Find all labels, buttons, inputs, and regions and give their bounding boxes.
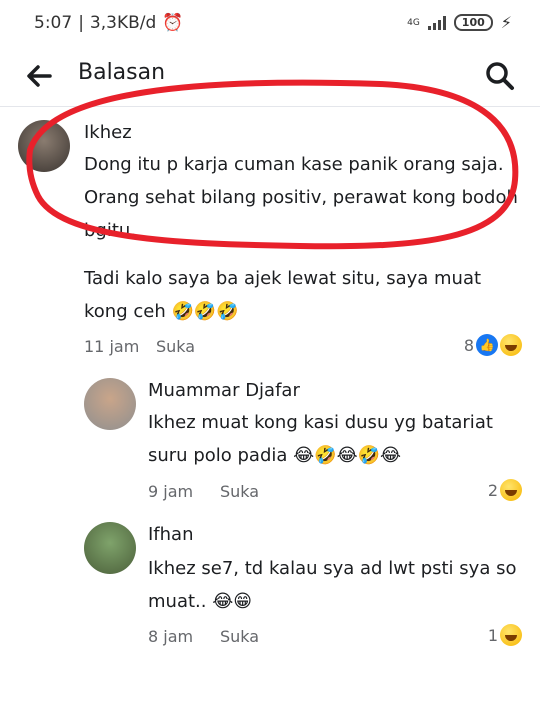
like-reaction-icon: 👍 bbox=[476, 334, 498, 356]
haha-reaction-icon bbox=[500, 624, 522, 646]
comment-text: Tadi kalo saya ba ajek lewat situ, saya … bbox=[84, 268, 482, 322]
avatar-ikhez[interactable] bbox=[18, 120, 70, 172]
status-left: 5:07 | 3,3KB/d ⏰ bbox=[34, 13, 184, 33]
status-network-speed: 3,3KB/d bbox=[89, 13, 157, 33]
battery-indicator: 100 bbox=[453, 14, 493, 31]
signal-icon bbox=[427, 15, 446, 30]
like-button[interactable]: Suka bbox=[156, 337, 195, 356]
reaction-count: 2 bbox=[487, 480, 498, 500]
comment-time: 9 jam bbox=[148, 482, 194, 501]
comment-author[interactable]: Ifhan bbox=[148, 524, 194, 545]
comment-author[interactable]: Muammar Djafar bbox=[148, 380, 300, 401]
charging-icon: ⚡ bbox=[500, 13, 512, 32]
header-divider bbox=[0, 106, 540, 107]
reaction-count: 8 bbox=[463, 335, 474, 355]
back-arrow-icon[interactable] bbox=[20, 56, 60, 96]
reaction-summary[interactable]: 8 👍 bbox=[464, 334, 522, 356]
avatar-muammar-djafar[interactable] bbox=[84, 378, 136, 430]
haha-reaction-icon bbox=[500, 479, 522, 501]
status-right: 4G 100 ⚡ bbox=[407, 13, 512, 32]
network-gen-label: 4G bbox=[407, 17, 420, 28]
comment-author[interactable]: Ikhez bbox=[84, 122, 132, 143]
comment-time: 8 jam bbox=[148, 627, 194, 646]
search-icon[interactable] bbox=[480, 56, 520, 96]
comment-time: 11 jam bbox=[84, 337, 140, 356]
like-button[interactable]: Suka bbox=[220, 482, 259, 501]
like-button[interactable]: Suka bbox=[220, 627, 259, 646]
comment-text: Dong itu p karja cuman kase panik orang … bbox=[84, 154, 518, 241]
app-header: Balasan bbox=[0, 46, 540, 104]
comment-text: Ikhez muat kong kasi dusu yg batariat su… bbox=[148, 412, 493, 466]
reaction-summary[interactable]: 2 bbox=[488, 479, 522, 501]
avatar-ifhan[interactable] bbox=[84, 522, 136, 574]
reaction-summary[interactable]: 1 bbox=[488, 624, 522, 646]
haha-reaction-icon bbox=[500, 334, 522, 356]
status-bar: 5:07 | 3,3KB/d ⏰ 4G 100 ⚡ bbox=[0, 0, 540, 46]
comment-text: Ikhez se7, td kalau sya ad lwt psti sya … bbox=[148, 558, 517, 612]
alarm-icon: ⏰ bbox=[162, 13, 184, 33]
page-title: Balasan bbox=[78, 60, 166, 85]
reaction-count: 1 bbox=[487, 625, 498, 645]
status-time: 5:07 bbox=[34, 13, 73, 33]
